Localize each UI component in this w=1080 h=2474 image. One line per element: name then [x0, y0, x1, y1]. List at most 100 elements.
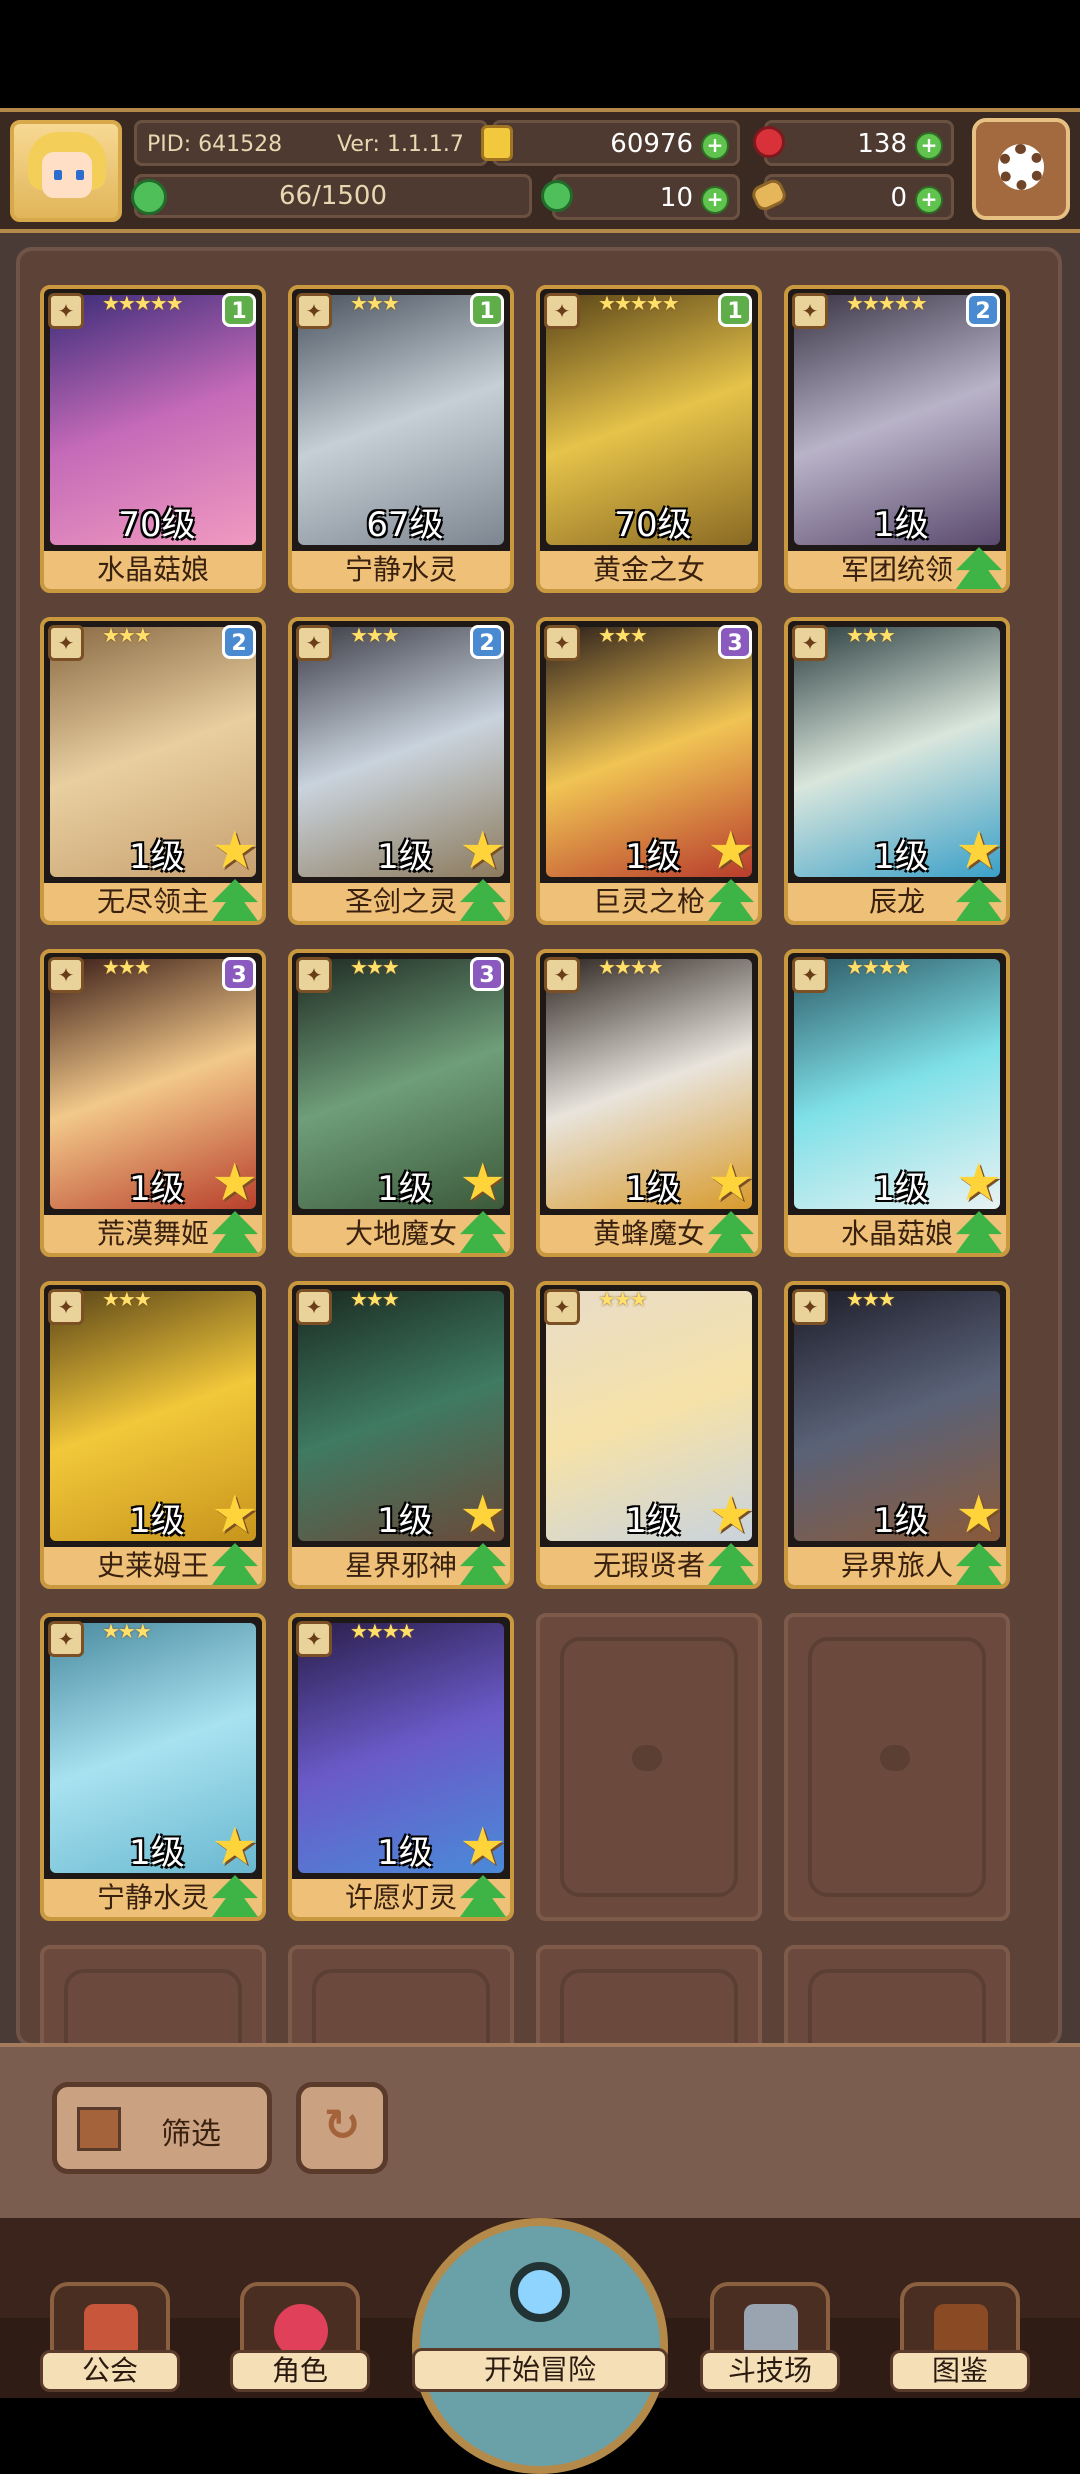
weapon-type-icon: ✦: [544, 1289, 580, 1325]
rarity-stars: ★★★: [598, 1287, 648, 1311]
character-card[interactable]: ✦ ★★★ 1级 ★ 异界旅人: [784, 1281, 1010, 1589]
character-level: 67级: [366, 505, 444, 545]
rarity-stars: ★★★: [846, 1287, 896, 1311]
status-bar: [0, 0, 1080, 108]
gear-icon: [998, 144, 1044, 190]
stamina-icon: [131, 179, 167, 215]
weapon-type-icon: ✦: [296, 293, 332, 329]
weapon-type-icon: ✦: [296, 1289, 332, 1325]
character-card[interactable]: ✦ ★★★★★ 1 70级 黄金之女: [536, 285, 762, 593]
refresh-button[interactable]: ↻: [296, 2082, 388, 2174]
star-icon: ★: [459, 821, 506, 881]
rank-badge: 2: [966, 293, 1000, 327]
add-gold-button[interactable]: +: [701, 132, 729, 160]
nav-start-adventure[interactable]: 开始冒险: [412, 2218, 668, 2474]
rank-badge: 1: [222, 293, 256, 327]
character-card[interactable]: ✦ ★★★ 3 1级 ★ 大地魔女: [288, 949, 514, 1257]
character-card[interactable]: ✦ ★★★★★ 2 1级 军团统领: [784, 285, 1010, 593]
character-card[interactable]: ✦ ★★★ 1级 ★ 无瑕贤者: [536, 1281, 762, 1589]
empty-card-slot: [784, 1613, 1010, 1921]
star-icon: ★: [459, 1485, 506, 1545]
rarity-stars: ★★★★: [846, 955, 912, 979]
rarity-stars: ★★★: [598, 623, 648, 647]
character-name: 水晶菇娘: [44, 551, 262, 589]
character-card[interactable]: ✦ ★★★ 1级 ★ 星界邪神: [288, 1281, 514, 1589]
weapon-type-icon: ✦: [48, 293, 84, 329]
weapon-type-icon: ✦: [48, 625, 84, 661]
rarity-stars: ★★★★: [350, 1619, 416, 1643]
rank-badge: 3: [470, 957, 504, 991]
weapon-type-icon: ✦: [48, 1621, 84, 1657]
magnifier-icon: [510, 2262, 570, 2322]
stamina-bar: 66/1500: [131, 174, 532, 218]
top-resource-panel: PID: 641528 Ver: 1.1.1.7 60976 + 138 + 6…: [0, 108, 1080, 233]
star-icon: ★: [707, 821, 754, 881]
weapon-type-icon: ✦: [792, 293, 828, 329]
weapon-type-icon: ✦: [48, 1289, 84, 1325]
weapon-type-icon: ✦: [792, 1289, 828, 1325]
nav-guild[interactable]: 公会: [40, 2282, 180, 2398]
weapon-type-icon: ✦: [544, 957, 580, 993]
character-card[interactable]: ✦ ★★★ 3 1级 ★ 巨灵之枪: [536, 617, 762, 925]
rank-badge: 3: [718, 625, 752, 659]
filter-toolbar: 筛选 ↻: [0, 2043, 1080, 2218]
character-card[interactable]: ✦ ★★★★★ 1 70级水晶菇娘: [40, 285, 266, 593]
character-card[interactable]: ✦ ★★★ 2 1级 ★ 圣剑之灵: [288, 617, 514, 925]
character-card[interactable]: ✦ ★★★ 1级 ★ 宁静水灵: [40, 1613, 266, 1921]
game-version: Ver: 1.1.1.7: [337, 132, 464, 157]
rarity-stars: ★★★: [350, 1287, 400, 1311]
rarity-stars: ★★★: [102, 1619, 152, 1643]
weapon-type-icon: ✦: [296, 1621, 332, 1657]
gold-counter: 60976 +: [481, 120, 740, 166]
character-card[interactable]: ✦ ★★★ 1级 ★ 辰龙: [784, 617, 1010, 925]
character-card[interactable]: ✦ ★★★ 1 67级 宁静水灵: [288, 285, 514, 593]
clover-icon: [541, 180, 573, 212]
character-card[interactable]: ✦ ★★★ 2 1级 ★ 无尽领主: [40, 617, 266, 925]
rarity-stars: ★★★★: [598, 955, 664, 979]
bone-icon: [749, 176, 789, 214]
star-icon: ★: [955, 821, 1002, 881]
character-card[interactable]: ✦ ★★★★ 1级 ★ 许愿灯灵: [288, 1613, 514, 1921]
gold-coin-icon: [481, 125, 513, 161]
character-level: 70级: [614, 505, 692, 545]
rank-badge: 2: [222, 625, 256, 659]
weapon-type-icon: ✦: [792, 625, 828, 661]
empty-card-slot: [536, 1613, 762, 1921]
add-bone-button[interactable]: +: [915, 186, 943, 214]
nav-codex[interactable]: 图鉴: [890, 2282, 1030, 2398]
rank-badge: 1: [470, 293, 504, 327]
rarity-stars: ★★★: [102, 955, 152, 979]
star-icon: ★: [211, 821, 258, 881]
rarity-stars: ★★★★★: [102, 291, 184, 315]
character-card[interactable]: ✦ ★★★ 3 1级 ★ 荒漠舞姬: [40, 949, 266, 1257]
weapon-type-icon: ✦: [48, 957, 84, 993]
nav-arena[interactable]: 斗技场: [700, 2282, 840, 2398]
star-icon: ★: [211, 1817, 258, 1877]
character-card[interactable]: ✦ ★★★★ 1级 ★ 水晶菇娘: [784, 949, 1010, 1257]
filter-grid-icon: [77, 2107, 121, 2151]
add-clover-button[interactable]: +: [701, 186, 729, 214]
rarity-stars: ★★★: [350, 291, 400, 315]
bone-counter: 0 +: [749, 174, 954, 220]
bottom-navigation: 公会 角色 开始冒险 斗技场 图鉴: [0, 2218, 1080, 2474]
rarity-stars: ★★★: [350, 955, 400, 979]
star-icon: ★: [955, 1485, 1002, 1545]
ruby-gem-icon: [753, 126, 785, 158]
character-grid[interactable]: ✦ ★★★★★ 1 70级 水晶菇娘 ✦ ★★★ 1 67级 宁静水灵 ✦ ★★★★★ 1 70级 黄金之女…: [16, 247, 1062, 2253]
character-card[interactable]: ✦ ★★★★ 1级 ★ 黄蜂魔女: [536, 949, 762, 1257]
character-level: 70级: [118, 505, 196, 545]
rank-badge: 1: [718, 293, 752, 327]
character-level: 1级: [873, 505, 929, 545]
add-ruby-button[interactable]: +: [915, 132, 943, 160]
character-card[interactable]: ✦ ★★★ 1级 ★ 史莱姆王: [40, 1281, 266, 1589]
paw-icon: [880, 1745, 910, 1771]
star-icon: ★: [707, 1485, 754, 1545]
star-icon: ★: [459, 1153, 506, 1213]
filter-button[interactable]: 筛选: [52, 2082, 272, 2174]
weapon-type-icon: ✦: [296, 957, 332, 993]
player-avatar[interactable]: [10, 120, 122, 222]
settings-button[interactable]: [972, 118, 1070, 220]
ruby-counter: 138 +: [753, 120, 954, 166]
star-icon: ★: [707, 1153, 754, 1213]
nav-character[interactable]: 角色: [230, 2282, 370, 2398]
